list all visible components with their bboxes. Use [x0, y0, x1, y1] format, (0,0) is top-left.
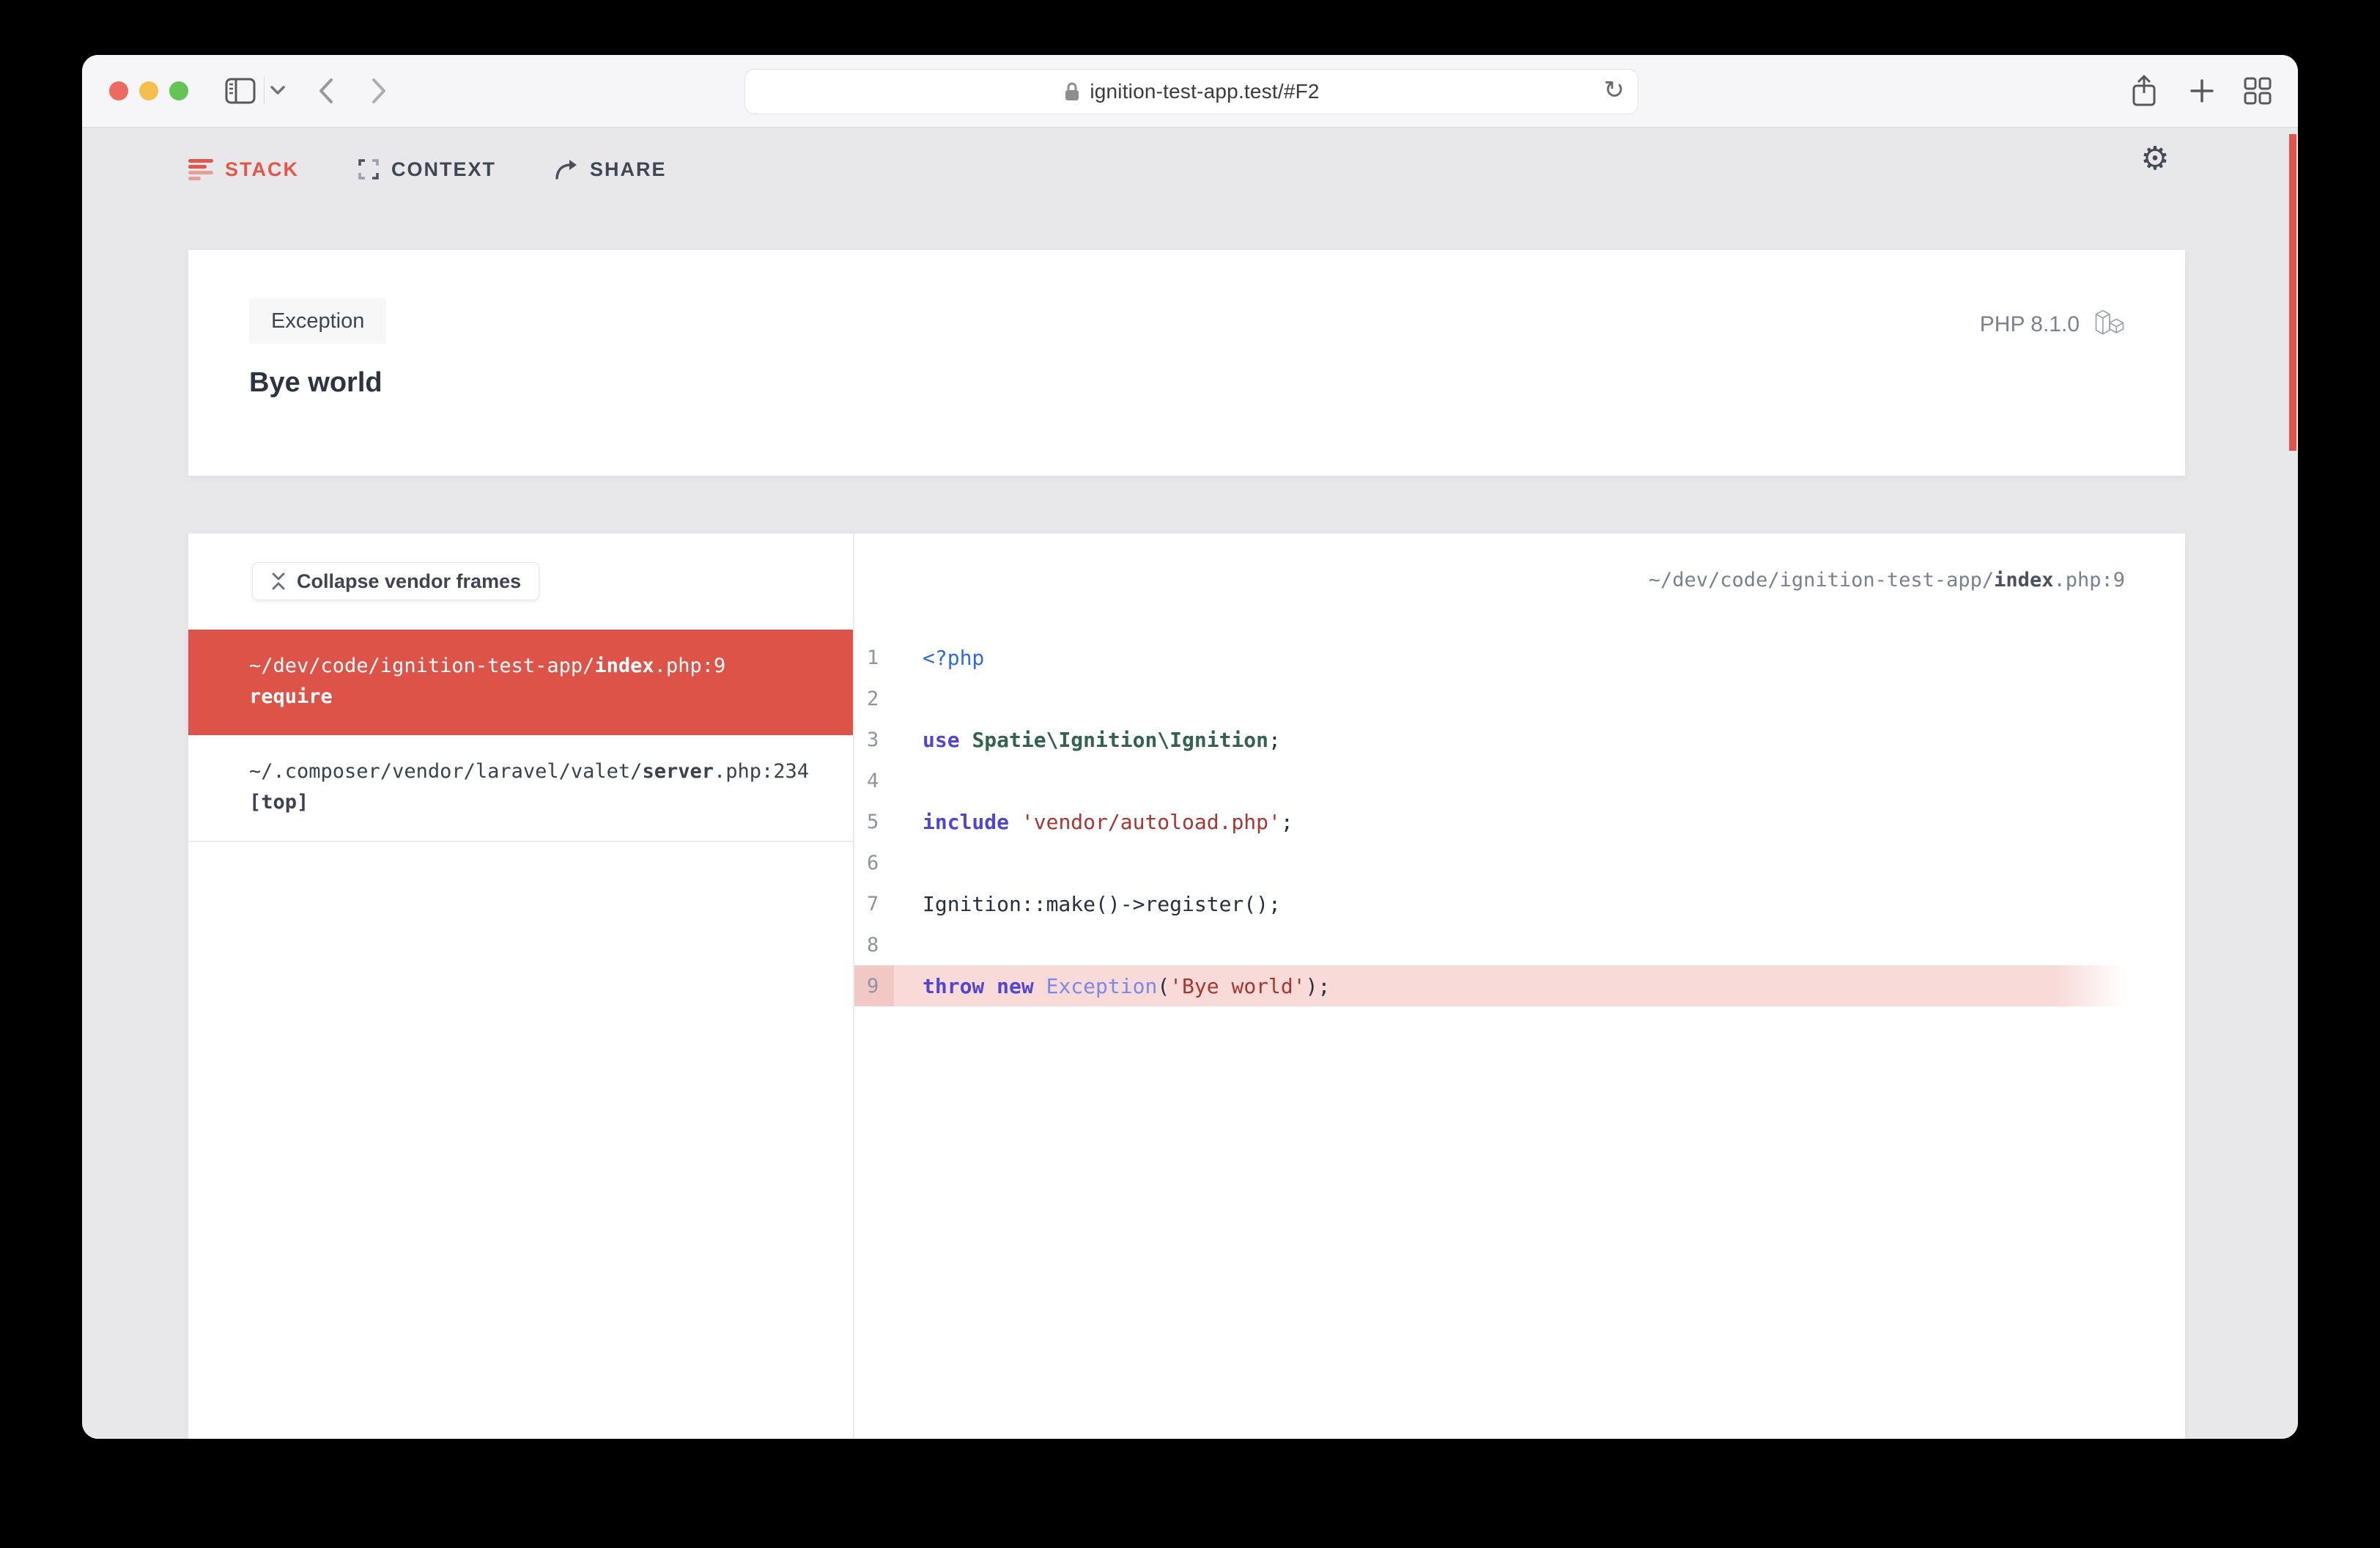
- line-number: 6: [867, 851, 879, 874]
- frame-path: ~/dev/code/ignition-test-app/index.php:9: [249, 655, 726, 677]
- exception-card: Exception Bye world PHP 8.1.0: [188, 250, 2185, 476]
- exception-message: Bye world: [249, 367, 382, 398]
- stack-icon: [188, 158, 213, 180]
- frames-list: ~/dev/code/ignition-test-app/index.php:9…: [188, 630, 853, 842]
- error-scrollbar-indicator[interactable]: [2289, 134, 2296, 451]
- desktop-background: ignition-test-app.test/#F2 ↻ STACK CONTE…: [0, 0, 2380, 1548]
- code-text: <?php: [923, 645, 985, 670]
- stack-frame-active[interactable]: ~/dev/code/ignition-test-app/index.php:9…: [188, 630, 853, 735]
- code-file-path: ~/dev/code/ignition-test-app/index.php:9: [1648, 569, 2125, 591]
- new-tab-icon[interactable]: [2189, 78, 2214, 103]
- collapse-icon: [270, 572, 287, 590]
- code-line: 1 <?php: [854, 637, 2185, 678]
- share-icon[interactable]: [2131, 74, 2157, 108]
- stack-frames-panel: Collapse vendor frames ~/dev/code/igniti…: [188, 534, 854, 1439]
- close-window-button[interactable]: [109, 81, 128, 100]
- tab-context[interactable]: CONTEXT: [358, 158, 496, 181]
- code-snippet-panel: ~/dev/code/ignition-test-app/index.php:9…: [854, 534, 2185, 1439]
- frame-method: require: [249, 685, 333, 708]
- ignition-page: STACK CONTEXT SHARE ⚙ Exception Bye worl…: [82, 128, 2298, 1439]
- collapse-vendor-frames-button[interactable]: Collapse vendor frames: [252, 562, 540, 600]
- browser-toolbar: ignition-test-app.test/#F2 ↻: [82, 55, 2298, 128]
- toolbar-divider: [264, 77, 265, 105]
- line-number: 2: [867, 687, 879, 710]
- frame-path: ~/.composer/vendor/laravel/valet/server.…: [249, 760, 810, 783]
- line-number: 4: [867, 769, 879, 792]
- code-text: throw new Exception('Bye world');: [923, 973, 1331, 998]
- forward-icon[interactable]: [369, 77, 388, 105]
- browser-window: ignition-test-app.test/#F2 ↻ STACK CONTE…: [82, 55, 2298, 1439]
- code-line: 6: [854, 842, 2185, 883]
- code-line: 2: [854, 678, 2185, 719]
- gear-icon[interactable]: ⚙: [2136, 139, 2174, 177]
- back-icon[interactable]: [317, 77, 336, 105]
- code-text: include 'vendor/autoload.php';: [923, 809, 1293, 834]
- line-number: 5: [867, 810, 879, 833]
- code-line: 8: [854, 924, 2185, 965]
- tab-stack[interactable]: STACK: [188, 158, 299, 181]
- stack-trace-card: Collapse vendor frames ~/dev/code/igniti…: [188, 534, 2185, 1439]
- code-line: 5 include 'vendor/autoload.php';: [854, 801, 2185, 842]
- tab-share[interactable]: SHARE: [555, 158, 667, 181]
- window-controls: [109, 81, 188, 100]
- code-block: 1 <?php 2 3 use Spatie\Ignition\Ignition; 4 5 i…: [854, 637, 2185, 1006]
- lock-icon: [1063, 81, 1081, 103]
- tab-label: CONTEXT: [391, 158, 497, 180]
- line-number: 3: [867, 728, 879, 751]
- tab-label: STACK: [225, 158, 299, 180]
- ignition-tabbar: STACK CONTEXT SHARE: [188, 152, 667, 187]
- context-icon: [358, 158, 380, 180]
- chevron-down-icon[interactable]: [270, 85, 286, 95]
- minimize-window-button[interactable]: [139, 81, 158, 100]
- stack-frame[interactable]: ~/.composer/vendor/laravel/valet/server.…: [188, 735, 853, 842]
- code-line: 7 Ignition::make()->register();: [854, 883, 2185, 924]
- line-number: 7: [867, 892, 879, 915]
- code-line-highlighted: 9 throw new Exception('Bye world');: [854, 965, 2185, 1006]
- collapse-button-label: Collapse vendor frames: [297, 570, 522, 592]
- php-version: PHP 8.1.0: [1979, 312, 2080, 336]
- zoom-window-button[interactable]: [169, 81, 188, 100]
- laravel-icon: [2094, 309, 2125, 341]
- code-line: 3 use Spatie\Ignition\Ignition;: [854, 719, 2185, 760]
- address-bar[interactable]: ignition-test-app.test/#F2 ↻: [744, 69, 1638, 114]
- sidebar-icon[interactable]: [225, 78, 256, 104]
- line-number: 9: [854, 965, 894, 1006]
- line-number: 1: [867, 646, 879, 669]
- line-number: 8: [867, 933, 879, 957]
- code-text: use Spatie\Ignition\Ignition;: [923, 727, 1281, 752]
- url-text: ignition-test-app.test/#F2: [1090, 80, 1320, 103]
- reload-icon[interactable]: ↻: [1604, 75, 1625, 105]
- tab-label: SHARE: [590, 158, 667, 180]
- code-line: 4: [854, 760, 2185, 801]
- exception-class-badge: Exception: [249, 298, 387, 344]
- environment-info: PHP 8.1.0: [1980, 309, 2125, 341]
- frame-method: [top]: [249, 791, 309, 814]
- code-text: Ignition::make()->register();: [923, 891, 1281, 916]
- tab-overview-icon[interactable]: [2244, 77, 2272, 105]
- share-arrow-icon: [555, 159, 578, 180]
